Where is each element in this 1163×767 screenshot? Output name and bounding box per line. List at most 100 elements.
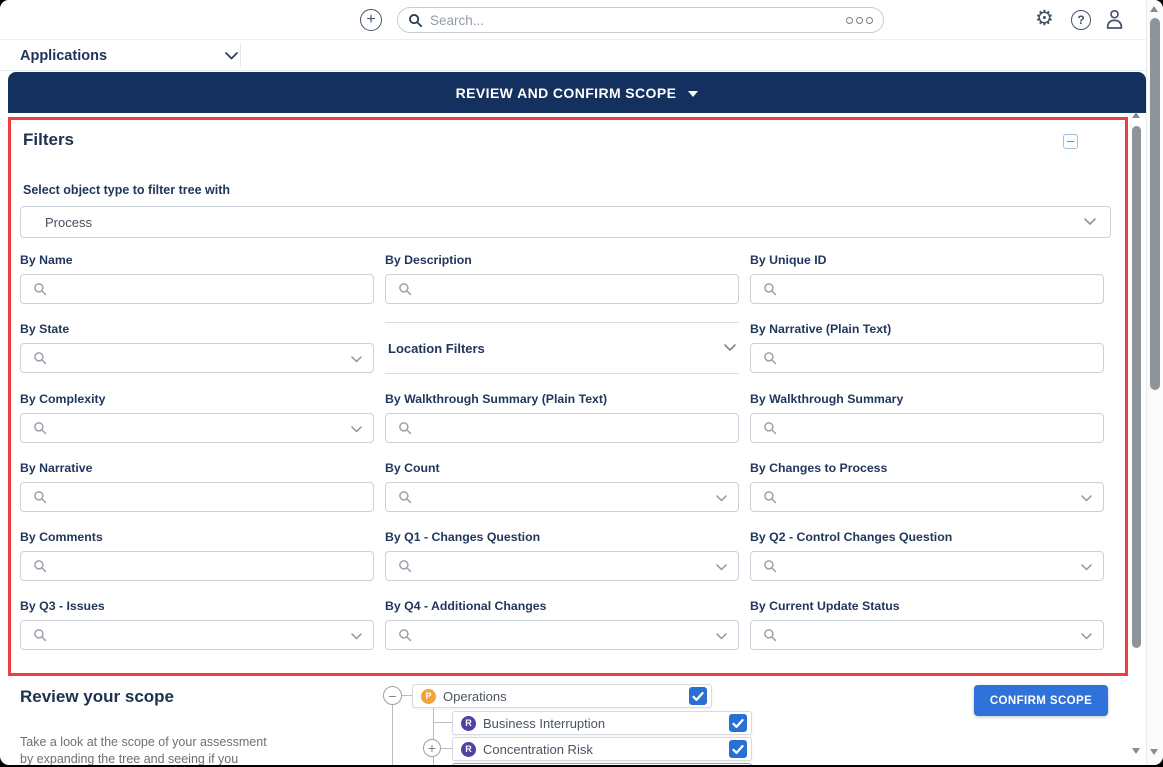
process-badge-icon: P <box>421 688 436 704</box>
search-icon <box>34 283 47 296</box>
filter-field-input[interactable] <box>20 551 374 581</box>
scope-title: Review your scope <box>20 687 175 706</box>
filter-by-unique-id: By Unique ID <box>750 253 1104 304</box>
search-icon <box>34 560 47 573</box>
chevron-down-icon <box>1084 218 1096 225</box>
filter-field-input[interactable] <box>750 413 1104 443</box>
scroll-down-icon[interactable] <box>1132 748 1140 754</box>
top-bar: + ⚙ ? <box>0 0 1163 40</box>
filter-field-input[interactable] <box>20 482 374 512</box>
tree-connector <box>434 722 452 723</box>
scroll-down-icon[interactable] <box>1150 749 1158 755</box>
object-type-value: Process <box>45 214 92 230</box>
confirm-scope-button[interactable]: CONFIRM SCOPE <box>974 685 1108 716</box>
global-search[interactable] <box>397 7 884 33</box>
chevron-down-icon <box>1081 495 1092 502</box>
search-icon <box>764 491 777 504</box>
filter-field-input[interactable] <box>20 343 374 373</box>
filter-field-label: By Current Update Status <box>750 599 900 613</box>
filter-by-description: By Description <box>385 253 739 304</box>
applications-dropdown[interactable]: Applications <box>20 40 238 71</box>
filter-field-input[interactable] <box>20 274 374 304</box>
scroll-up-icon[interactable] <box>1132 112 1140 118</box>
filter-field-label: By Narrative <box>20 461 93 475</box>
filter-field-input[interactable] <box>385 551 739 581</box>
search-icon <box>409 13 423 27</box>
tree-connector <box>402 695 412 696</box>
filter-field-input[interactable] <box>20 413 374 443</box>
filter-by-walkthrough-summary: By Walkthrough Summary <box>750 392 1104 443</box>
filter-field-input[interactable] <box>750 274 1104 304</box>
search-icon <box>399 422 412 435</box>
filter-field-label: By State <box>20 322 70 336</box>
search-icon <box>399 629 412 642</box>
filter-field-label: By Q1 - Changes Question <box>385 530 541 544</box>
filter-by-comments: By Comments <box>20 530 374 581</box>
scrollbar-thumb[interactable] <box>1150 18 1160 390</box>
filter-field-input[interactable] <box>750 482 1104 512</box>
outer-scrollbar[interactable] <box>1146 0 1163 765</box>
search-icon <box>34 422 47 435</box>
collapse-minus-icon[interactable] <box>1063 134 1078 149</box>
scrollbar-thumb[interactable] <box>1132 126 1141 648</box>
search-icon <box>764 560 777 573</box>
applications-label: Applications <box>20 47 108 64</box>
gear-icon[interactable]: ⚙ <box>1035 7 1054 31</box>
app-window: + ⚙ ? Applications REVIEW AND CONFI <box>0 0 1163 765</box>
filter-field-label: By Walkthrough Summary <box>750 392 904 406</box>
scope-description-line2: by expanding the tree and seeing if you <box>20 752 239 765</box>
filter-by-walkthrough-summary-plain-text: By Walkthrough Summary (Plain Text) <box>385 392 739 443</box>
chevron-down-icon <box>1081 564 1092 571</box>
chevron-down-icon <box>351 356 362 363</box>
chevron-down-icon <box>1081 633 1092 640</box>
risk-badge-icon: R <box>461 715 476 731</box>
tree-node-checkbox[interactable] <box>729 714 747 732</box>
tree-node-checkbox[interactable] <box>729 740 747 758</box>
inner-scrollbar[interactable] <box>1130 108 1144 760</box>
filter-by-complexity: By Complexity <box>20 392 374 443</box>
nav-row: Applications <box>0 40 1163 71</box>
filter-by-count: By Count <box>385 461 739 512</box>
search-icon <box>764 422 777 435</box>
tree-connector <box>392 705 393 765</box>
location-filters-accordion[interactable]: Location Filters <box>385 322 739 374</box>
kebab-ooo-icon[interactable] <box>846 16 873 24</box>
filter-by-q2-control-changes-question: By Q2 - Control Changes Question <box>750 530 1104 581</box>
filter-field-input[interactable] <box>385 620 739 650</box>
filter-field-input[interactable] <box>20 620 374 650</box>
search-icon <box>399 560 412 573</box>
search-input[interactable] <box>430 12 839 28</box>
filter-field-label: By Comments <box>20 530 103 544</box>
tree-node-business-interruption[interactable]: R Business Interruption <box>452 711 752 735</box>
search-icon <box>34 491 47 504</box>
scroll-up-icon[interactable] <box>1150 6 1158 12</box>
filter-field-input[interactable] <box>385 413 739 443</box>
filter-field-label: By Changes to Process <box>750 461 888 475</box>
search-icon <box>764 283 777 296</box>
help-icon[interactable]: ? <box>1071 10 1091 30</box>
tree-node-concentration-risk[interactable]: R Concentration Risk <box>452 737 752 761</box>
filter-field-input[interactable] <box>750 620 1104 650</box>
filter-field-input[interactable] <box>385 274 739 304</box>
banner-title: REVIEW AND CONFIRM SCOPE <box>455 84 677 101</box>
expand-node-icon[interactable]: + <box>423 739 441 757</box>
tree-node-checkbox[interactable] <box>689 687 707 705</box>
chevron-down-icon <box>225 51 238 59</box>
review-confirm-scope-banner[interactable]: REVIEW AND CONFIRM SCOPE <box>8 72 1146 113</box>
filter-field-input[interactable] <box>750 343 1104 373</box>
tree-node-operations[interactable]: P Operations <box>412 684 712 708</box>
tree-node-label: Concentration Risk <box>483 741 593 757</box>
object-type-select[interactable]: Process <box>20 206 1111 238</box>
user-icon[interactable] <box>1104 8 1125 36</box>
filter-by-state: By State <box>20 322 374 374</box>
plus-circle-icon[interactable]: + <box>360 9 382 31</box>
filter-by-changes-to-process: By Changes to Process <box>750 461 1104 512</box>
search-icon <box>34 629 47 642</box>
filter-field-label: By Q3 - Issues <box>20 599 105 613</box>
filter-field-input[interactable] <box>385 482 739 512</box>
tree-node-label: Business Interruption <box>483 715 606 731</box>
filters-panel: Filters Select object type to filter tre… <box>8 117 1128 676</box>
filter-field-input[interactable] <box>750 551 1104 581</box>
collapse-node-icon[interactable]: − <box>383 686 402 705</box>
chevron-down-icon <box>716 495 727 502</box>
